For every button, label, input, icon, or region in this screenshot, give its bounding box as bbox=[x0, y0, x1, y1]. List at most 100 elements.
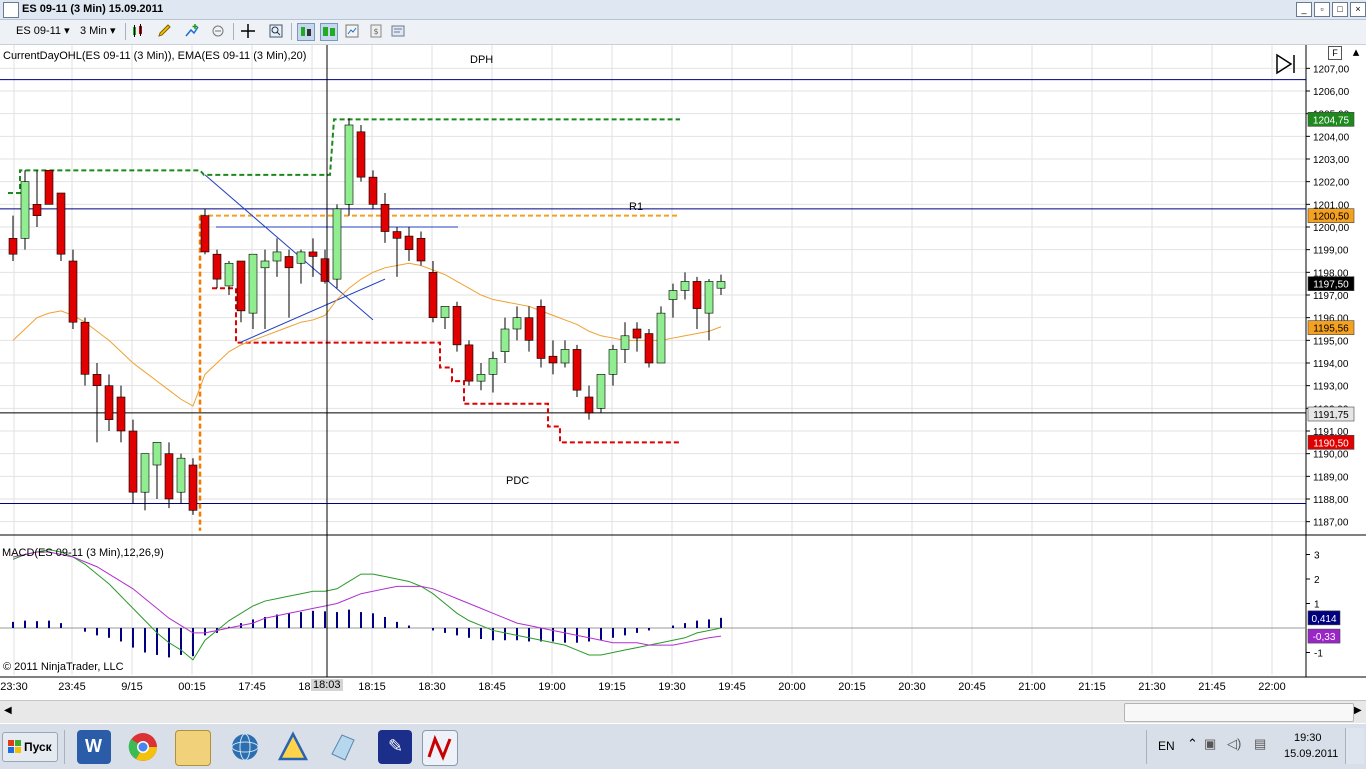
interval-value: 3 Min bbox=[80, 25, 107, 37]
candle-body bbox=[632, 328, 642, 339]
network-icon[interactable]: ▤ bbox=[1254, 736, 1266, 752]
toolbar-separator bbox=[125, 23, 126, 40]
candle-body bbox=[320, 258, 330, 282]
candle-body bbox=[392, 231, 402, 239]
scale-up-arrow-icon[interactable]: ▴ bbox=[1350, 45, 1362, 58]
candle-body bbox=[524, 317, 534, 341]
candle-body bbox=[404, 235, 414, 250]
windows-logo-icon bbox=[8, 740, 21, 753]
zoom-icon[interactable] bbox=[268, 23, 284, 39]
add-indicator-icon[interactable] bbox=[184, 23, 200, 39]
close-button[interactable]: × bbox=[1350, 2, 1366, 17]
price-tag-label: 1197,50 bbox=[1313, 280, 1349, 291]
candle-body bbox=[668, 290, 678, 300]
candle-body bbox=[224, 262, 234, 287]
candle-body bbox=[656, 312, 666, 364]
candle-body bbox=[476, 374, 486, 382]
minimize-button[interactable]: _ bbox=[1296, 2, 1312, 17]
horizontal-scrollbar[interactable]: ◀ ▶ bbox=[0, 700, 1366, 723]
time-axis-tick: 9/15 bbox=[121, 681, 142, 693]
strategy-icon[interactable] bbox=[210, 23, 226, 39]
price-tag-label: 1190,50 bbox=[1313, 438, 1349, 449]
candle-body bbox=[32, 204, 42, 216]
candle-body bbox=[212, 253, 222, 280]
ema-line bbox=[12, 262, 722, 407]
price-axis-tick: 1202,00 bbox=[1313, 178, 1350, 189]
candle-body bbox=[128, 430, 138, 493]
macd-axis-tick: 3 bbox=[1314, 551, 1320, 562]
show-desktop-button[interactable] bbox=[1345, 728, 1364, 764]
start-button[interactable]: Пуск bbox=[2, 732, 58, 762]
price-tag-label: 1204,75 bbox=[1313, 115, 1350, 126]
price-tag-label: 1191,75 bbox=[1313, 410, 1349, 421]
scroll-thumb[interactable] bbox=[1124, 703, 1354, 722]
candle-body bbox=[692, 281, 702, 309]
chart-canvas[interactable]: 1207,001206,001205,001204,001203,001202,… bbox=[0, 45, 1366, 699]
properties-icon[interactable] bbox=[344, 23, 360, 39]
macd-value-tag-label: -0,33 bbox=[1313, 632, 1336, 643]
macd-axis-tick: -1 bbox=[1314, 649, 1323, 660]
taskbar-separator bbox=[64, 730, 65, 764]
macd-indicator-label: MACD(ES 09-11 (3 Min),12,26,9) bbox=[2, 547, 164, 559]
candle-body bbox=[644, 333, 654, 364]
price-axis-tick: 1195,00 bbox=[1313, 336, 1349, 347]
candle-body bbox=[380, 204, 390, 232]
time-axis-tick: 19:00 bbox=[538, 681, 566, 693]
time-axis-tick: 20:45 bbox=[958, 681, 986, 693]
candle-body bbox=[680, 281, 690, 291]
candle-body bbox=[716, 281, 726, 289]
word-icon[interactable]: W bbox=[77, 730, 111, 764]
time-axis-tick: 20:00 bbox=[778, 681, 806, 693]
interval-selector[interactable]: 3 Min ▾ bbox=[76, 23, 126, 39]
clock-time[interactable]: 19:30 bbox=[1294, 732, 1322, 744]
price-axis-tick: 1189,00 bbox=[1313, 472, 1349, 483]
ninjatrader-icon[interactable] bbox=[422, 730, 458, 766]
candle-body bbox=[356, 131, 366, 178]
price-axis-tick: 1206,00 bbox=[1313, 87, 1350, 98]
network-globe-icon[interactable] bbox=[228, 730, 262, 764]
price-axis-tick: 1194,00 bbox=[1313, 359, 1349, 370]
restore-button[interactable]: ▫ bbox=[1314, 2, 1330, 17]
tray-expand-icon[interactable]: ⌃ bbox=[1187, 736, 1198, 752]
triangle-app-icon[interactable] bbox=[276, 730, 310, 764]
pencil-icon[interactable] bbox=[156, 23, 172, 39]
price-axis-tick: 1188,00 bbox=[1313, 495, 1349, 506]
chart-trader-icon[interactable] bbox=[297, 23, 315, 41]
price-axis-tick: 1197,00 bbox=[1313, 291, 1349, 302]
toolbar-separator bbox=[233, 23, 234, 40]
cursor-time-label: 18:03 bbox=[311, 679, 343, 691]
candle-body bbox=[56, 192, 66, 255]
candle-body bbox=[188, 464, 198, 511]
app-taskbar-icon[interactable]: ✎ bbox=[378, 730, 412, 764]
panel-f-button[interactable]: F bbox=[1328, 46, 1342, 60]
price-axis-tick: 1204,00 bbox=[1313, 132, 1350, 143]
maximize-button[interactable]: □ bbox=[1332, 2, 1348, 17]
macd-line bbox=[12, 549, 722, 661]
scroll-to-end-icon[interactable] bbox=[1274, 53, 1298, 75]
candle-body bbox=[308, 251, 318, 257]
notes-app-icon[interactable] bbox=[326, 730, 360, 764]
snapshot-icon[interactable]: $ bbox=[368, 23, 384, 39]
scroll-left-arrow-icon[interactable]: ◀ bbox=[4, 705, 12, 716]
scroll-right-arrow-icon[interactable]: ▶ bbox=[1354, 705, 1362, 716]
start-label: Пуск bbox=[24, 740, 52, 754]
data-box-icon[interactable] bbox=[320, 23, 338, 41]
crosshair-icon[interactable] bbox=[240, 23, 256, 39]
template-icon[interactable] bbox=[390, 23, 406, 39]
candle-body bbox=[368, 176, 378, 205]
explorer-folder-icon[interactable] bbox=[175, 730, 211, 766]
instrument-selector[interactable]: ES 09-11 ▾ bbox=[12, 23, 78, 39]
chart-panel[interactable]: 1207,001206,001205,001204,001203,001202,… bbox=[0, 45, 1366, 699]
taskbar: Пуск W ✎ EN ⌃ ▣ ◁) ▤ 19:30 15.09.2011 bbox=[0, 723, 1366, 769]
tray-device-icon[interactable]: ▣ bbox=[1204, 736, 1216, 752]
candle-body bbox=[512, 317, 522, 330]
dph-label: DPH bbox=[470, 54, 494, 66]
volume-icon[interactable]: ◁) bbox=[1227, 736, 1241, 752]
language-indicator[interactable]: EN bbox=[1158, 739, 1175, 753]
candle-body bbox=[452, 306, 462, 346]
chrome-icon[interactable] bbox=[126, 730, 160, 764]
bar-type-icon[interactable] bbox=[130, 23, 146, 39]
price-indicator-label: CurrentDayOHL(ES 09-11 (3 Min)), EMA(ES … bbox=[3, 50, 307, 62]
clock-date[interactable]: 15.09.2011 bbox=[1284, 748, 1338, 760]
candle-body bbox=[8, 238, 18, 255]
